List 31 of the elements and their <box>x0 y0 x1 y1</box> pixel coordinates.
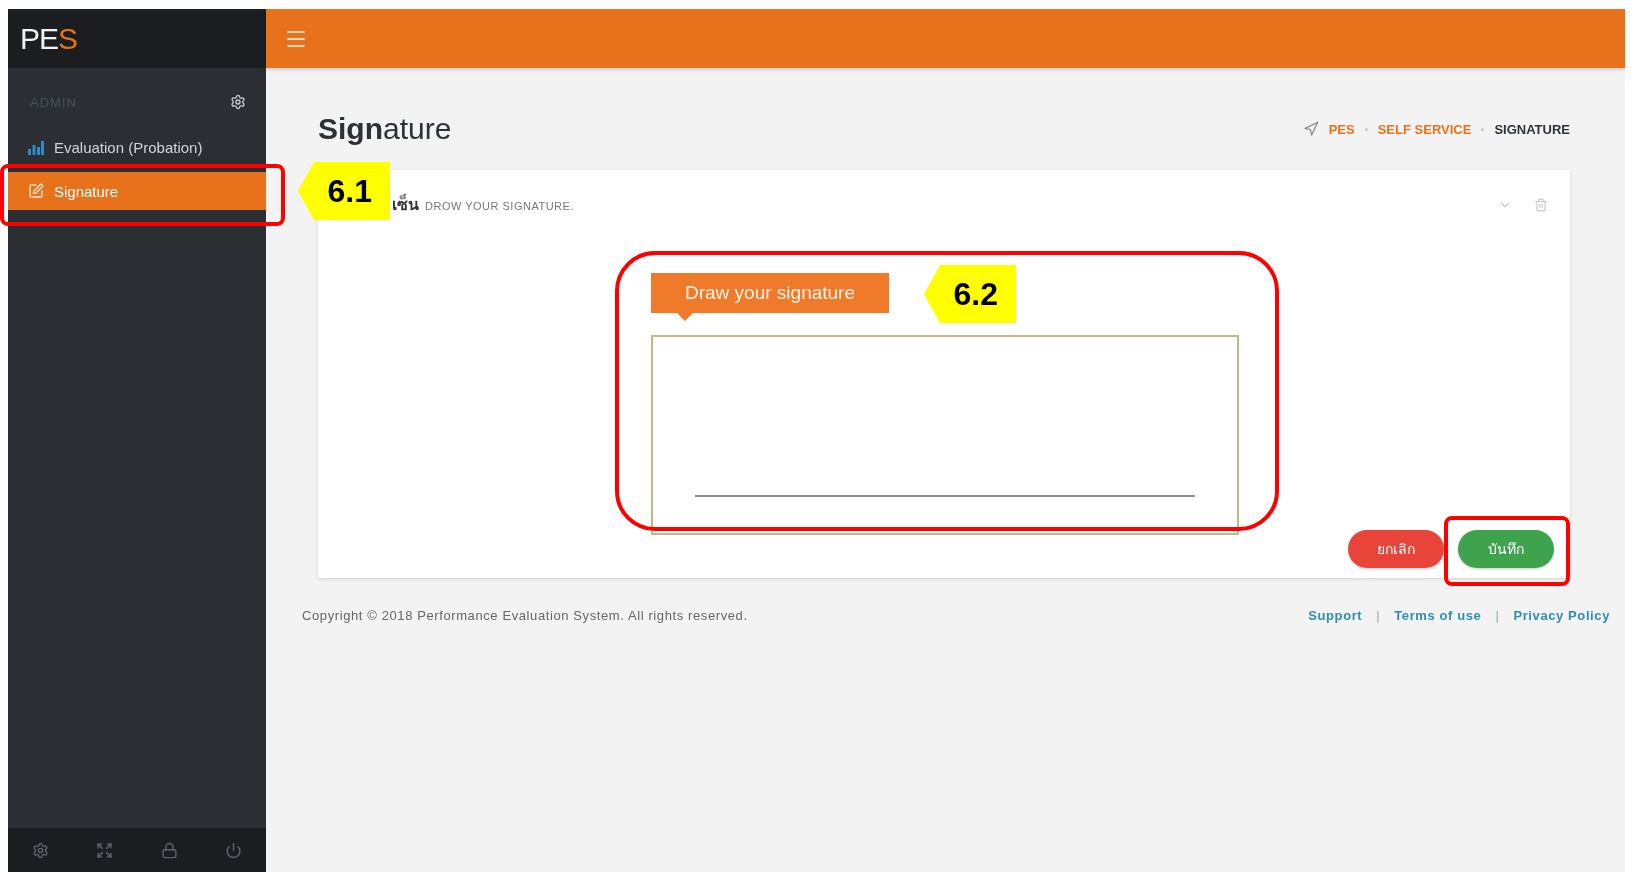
copyright-text: Copyright © 2018 Performance Evaluation System. All rights reserved. <box>302 608 748 623</box>
logo: PES <box>20 21 78 56</box>
navigation-icon <box>1302 121 1319 137</box>
footer-link[interactable]: Terms of use <box>1394 608 1482 623</box>
footer-link[interactable]: Support <box>1308 608 1363 623</box>
breadcrumb-link[interactable]: SELF SERVICE <box>1377 121 1472 137</box>
sidebar-item-label: Signature <box>54 182 119 200</box>
page-title: Signature <box>318 112 452 146</box>
trash-icon[interactable] <box>1534 197 1548 212</box>
tag-pointer <box>677 313 693 321</box>
power-icon[interactable] <box>225 841 243 859</box>
cancel-button[interactable]: ยกเลิก <box>1348 530 1444 568</box>
breadcrumb-link[interactable]: PES <box>1328 121 1355 137</box>
breadcrumb-link[interactable]: SIGNATURE <box>1494 121 1570 137</box>
bar-chart-icon <box>28 139 44 155</box>
step-callout: 6.2 <box>924 265 1016 323</box>
signature-pad[interactable] <box>651 335 1239 535</box>
link-separator: | <box>1495 608 1500 623</box>
link-separator: | <box>1376 608 1381 623</box>
sidebar-item[interactable]: Evaluation (Probation) <box>8 128 266 166</box>
lock-icon[interactable] <box>160 841 178 859</box>
edit-icon <box>28 183 44 199</box>
fullscreen-icon[interactable] <box>96 841 114 859</box>
step-callout: 6.1 <box>298 162 390 220</box>
settings-icon[interactable] <box>230 94 246 110</box>
footer-link[interactable]: Privacy Policy <box>1513 608 1610 623</box>
sidebar-item-label: Evaluation (Probation) <box>54 138 203 156</box>
card-subtitle: DROW YOUR SIGNATURE. <box>425 200 574 212</box>
sidebar-item[interactable]: Signature <box>8 172 266 210</box>
save-button[interactable]: บันทึก <box>1458 530 1554 568</box>
signature-tag: Draw your signature <box>651 273 890 313</box>
